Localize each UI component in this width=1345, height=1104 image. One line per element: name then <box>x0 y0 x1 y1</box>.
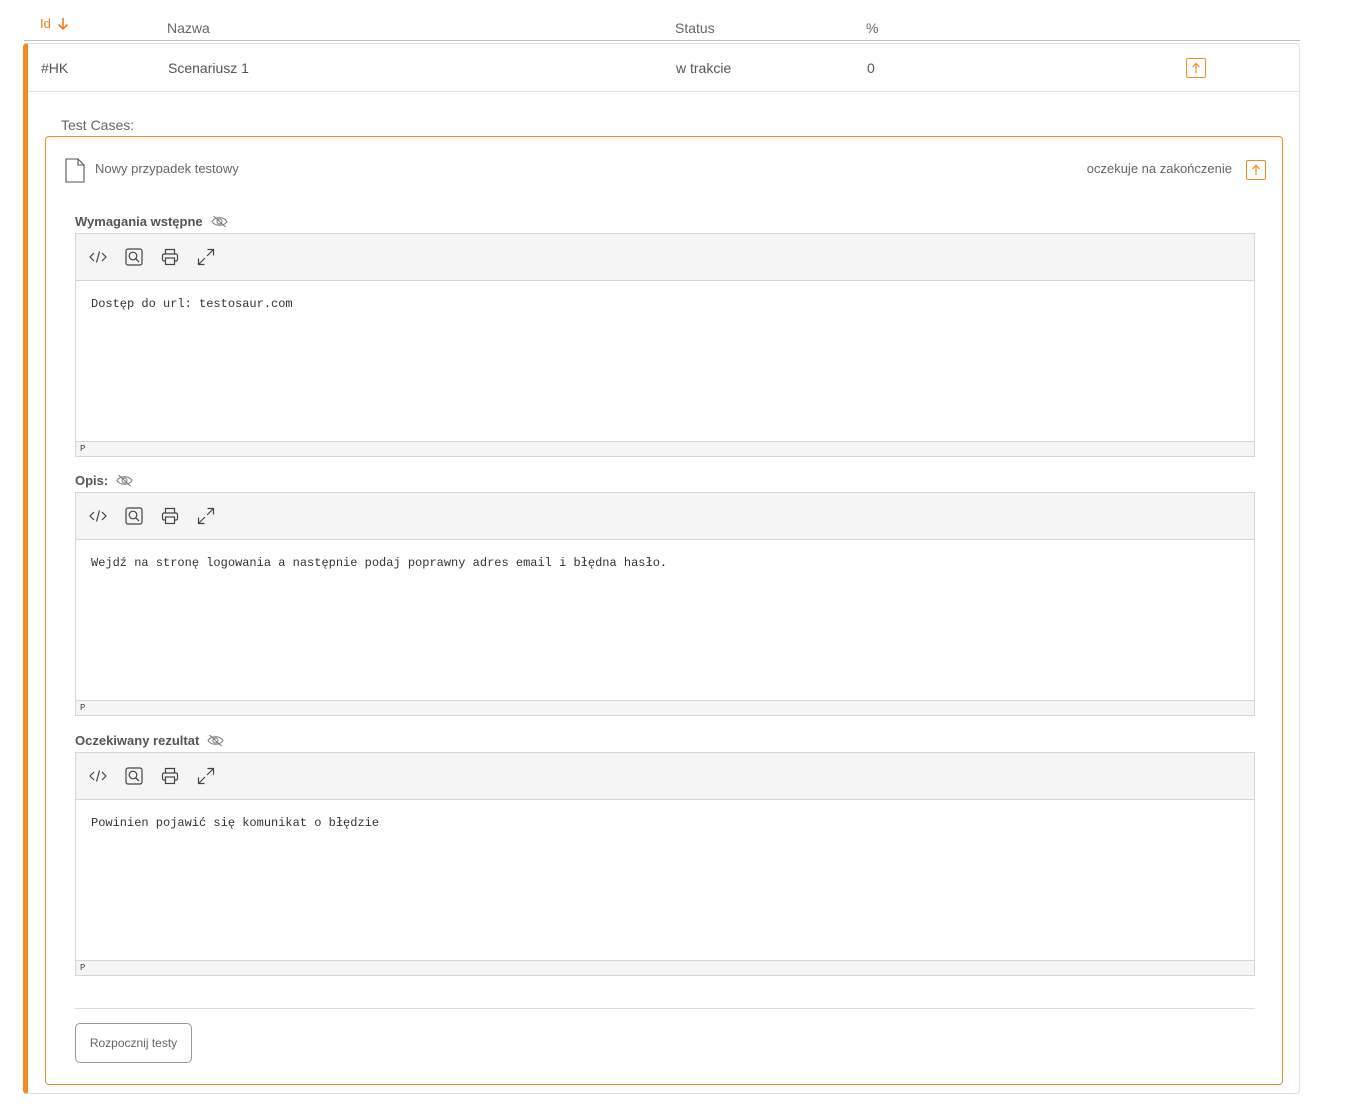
editor-content[interactable]: Dostęp do url: testosaur.com <box>76 281 1254 441</box>
editor-expected-result: Powinien pojawić się komunikat o błędzie… <box>75 752 1255 976</box>
scenario-percent: 0 <box>867 60 875 76</box>
document-icon <box>65 158 85 188</box>
search-icon <box>125 507 143 525</box>
collapse-test-case-button[interactable] <box>1246 160 1266 180</box>
editor-toolbar <box>76 493 1254 540</box>
table-row[interactable]: #HK Scenariusz 1 w trakcie 0 <box>28 44 1299 92</box>
editor-prerequisites: Dostęp do url: testosaur.com P <box>75 233 1255 457</box>
test-case-card: Nowy przypadek testowy oczekuje na zakoń… <box>45 136 1283 1085</box>
eye-slash-icon[interactable] <box>116 474 133 487</box>
field-label-text: Wymagania wstępne <box>75 214 203 229</box>
code-icon <box>89 770 107 782</box>
test-case-status: oczekuje na zakończenie <box>1086 161 1232 176</box>
scenario-card: #HK Scenariusz 1 w trakcie 0 Test Cases:… <box>23 43 1300 1094</box>
column-id-label: Id <box>40 16 51 31</box>
editor-description: Wejdź na stronę logowania a następnie po… <box>75 492 1255 716</box>
column-id-header[interactable]: Id <box>40 16 69 31</box>
printer-icon <box>161 507 179 525</box>
print-button[interactable] <box>160 506 180 526</box>
arrow-down-icon <box>57 17 68 30</box>
table-header: Id Nazwa Status % <box>24 0 1300 41</box>
divider <box>75 1008 1255 1009</box>
column-status-header[interactable]: Status <box>675 20 715 36</box>
eye-slash-icon[interactable] <box>211 215 228 228</box>
print-button[interactable] <box>160 766 180 786</box>
code-view-button[interactable] <box>88 247 108 267</box>
eye-slash-icon[interactable] <box>207 734 224 747</box>
code-icon <box>89 251 107 263</box>
search-icon <box>125 248 143 266</box>
find-button[interactable] <box>124 506 144 526</box>
expand-icon <box>197 507 215 525</box>
scenario-name: Scenariusz 1 <box>168 60 249 76</box>
code-icon <box>89 510 107 522</box>
arrow-up-icon <box>1192 62 1200 73</box>
editor-content[interactable]: Powinien pojawić się komunikat o błędzie <box>76 800 1254 960</box>
editor-toolbar <box>76 753 1254 800</box>
printer-icon <box>161 767 179 785</box>
print-button[interactable] <box>160 247 180 267</box>
field-label-expected-result: Oczekiwany rezultat <box>75 733 224 748</box>
scenario-status: w trakcie <box>676 60 732 76</box>
fullscreen-button[interactable] <box>196 766 216 786</box>
find-button[interactable] <box>124 247 144 267</box>
field-label-prerequisites: Wymagania wstępne <box>75 214 228 229</box>
code-view-button[interactable] <box>88 506 108 526</box>
field-label-description: Opis: <box>75 473 133 488</box>
search-icon <box>125 767 143 785</box>
expand-icon <box>197 248 215 266</box>
arrow-up-icon <box>1252 164 1260 175</box>
fullscreen-button[interactable] <box>196 247 216 267</box>
scenario-id: #HK <box>41 60 69 76</box>
editor-status-bar: P <box>76 960 1254 975</box>
test-cases-label: Test Cases: <box>61 117 135 133</box>
code-view-button[interactable] <box>88 766 108 786</box>
collapse-scenario-button[interactable] <box>1186 58 1206 78</box>
field-label-text: Opis: <box>75 473 109 488</box>
editor-content[interactable]: Wejdź na stronę logowania a następnie po… <box>76 540 1254 700</box>
expand-icon <box>197 767 215 785</box>
fullscreen-button[interactable] <box>196 506 216 526</box>
start-tests-button[interactable]: Rozpocznij testy <box>75 1023 192 1063</box>
test-case-title[interactable]: Nowy przypadek testowy <box>95 161 239 176</box>
editor-toolbar <box>76 234 1254 281</box>
column-name-header[interactable]: Nazwa <box>167 20 210 36</box>
printer-icon <box>161 248 179 266</box>
field-label-text: Oczekiwany rezultat <box>75 733 200 748</box>
find-button[interactable] <box>124 766 144 786</box>
editor-status-bar: P <box>76 700 1254 715</box>
column-percent-header[interactable]: % <box>866 20 878 36</box>
editor-status-bar: P <box>76 441 1254 456</box>
